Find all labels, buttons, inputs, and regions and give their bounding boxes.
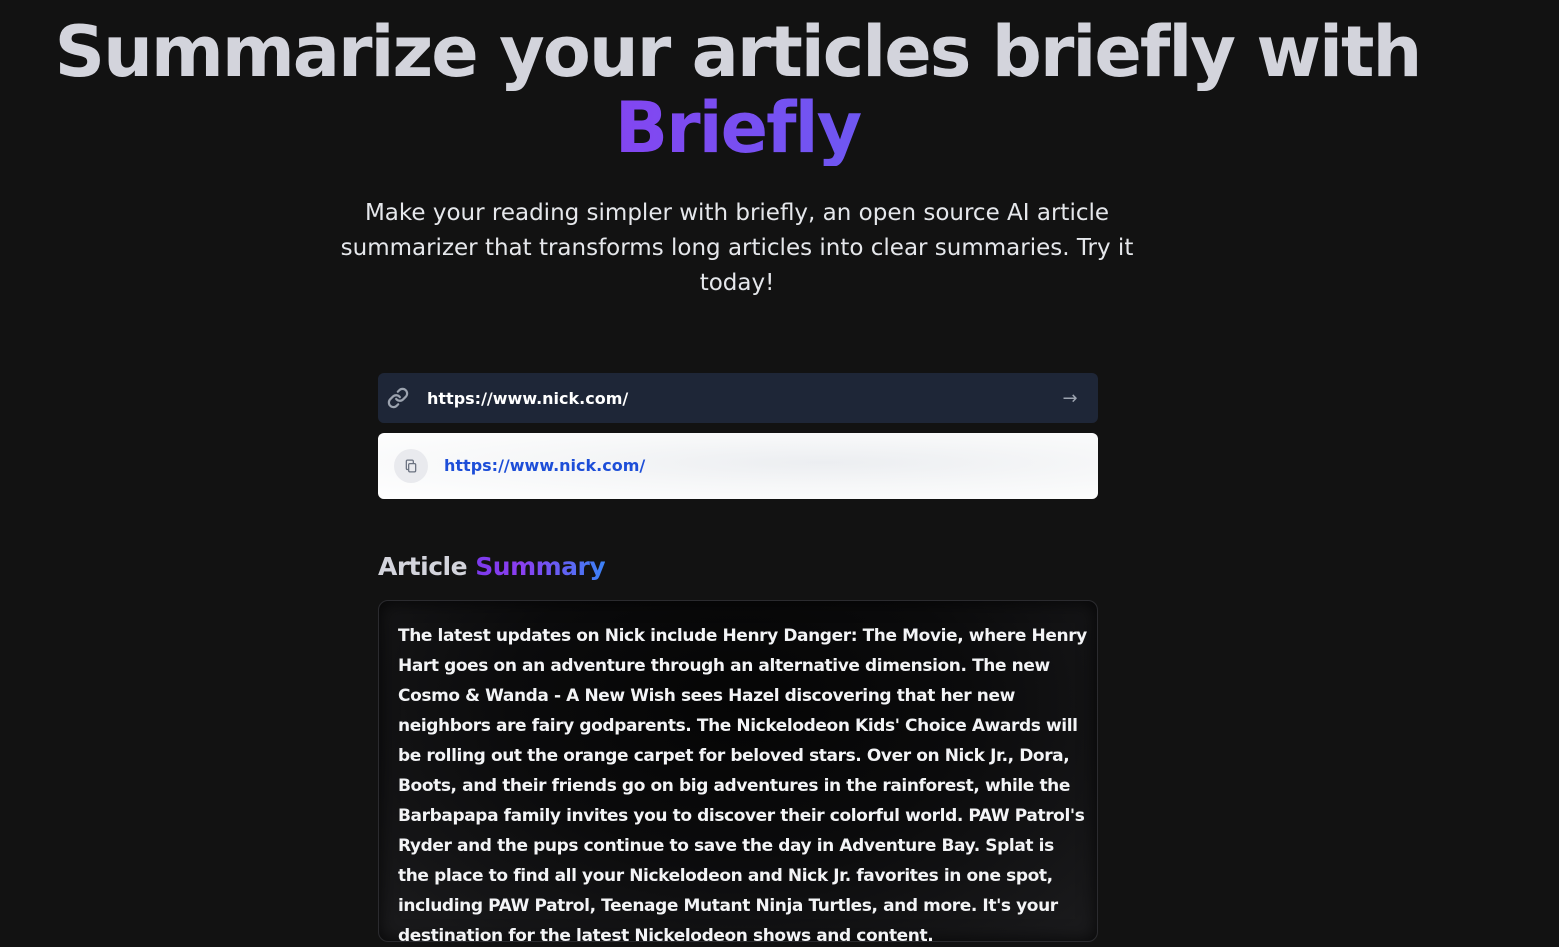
hero-subtitle: Make your reading simpler with briefly, … <box>320 196 1154 301</box>
summary-text: The latest updates on Nick include Henry… <box>398 626 1087 946</box>
hero-subtitle-line-1: Make your reading simpler with briefly, … <box>364 200 1110 226</box>
page: Summarize your articles briefly with Bri… <box>0 0 1559 947</box>
section-heading: Article Summary <box>378 549 606 585</box>
brand-name: Briefly <box>0 90 1475 166</box>
history-item-url[interactable]: https://www.nick.com/ <box>444 455 645 477</box>
hero-title: Summarize your articles briefly with Bri… <box>0 14 1475 166</box>
submit-button[interactable]: → <box>1055 385 1085 413</box>
section-heading-plain: Article <box>378 552 468 581</box>
copy-button[interactable] <box>394 449 428 483</box>
hero-title-line: Summarize your articles briefly with <box>54 11 1423 93</box>
link-icon <box>387 386 409 410</box>
copy-icon <box>405 459 417 473</box>
url-input[interactable] <box>427 383 1027 413</box>
hero-subtitle-line-2: summarizer that transforms long articles… <box>340 235 1134 296</box>
section-heading-accent: Summary <box>475 552 606 581</box>
